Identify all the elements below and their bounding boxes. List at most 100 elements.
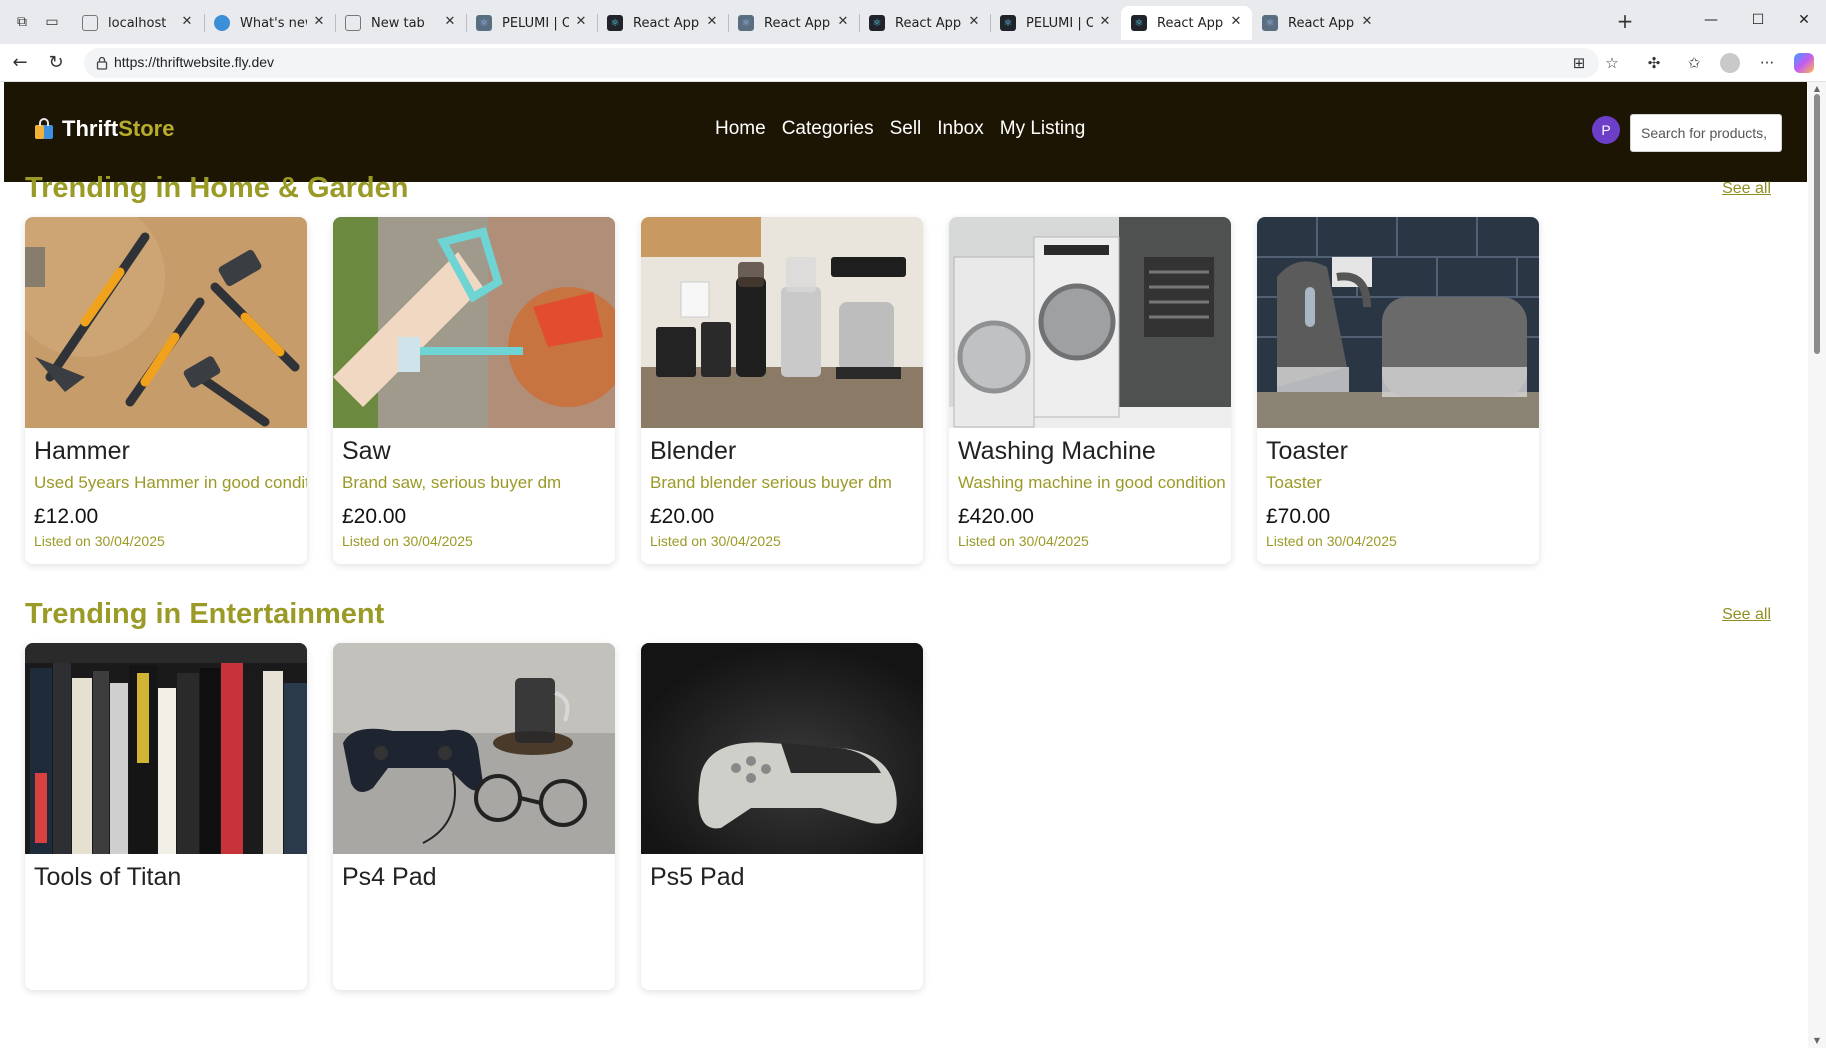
nav-categories[interactable]: Categories bbox=[782, 118, 874, 140]
close-icon[interactable]: ✕ bbox=[704, 14, 720, 30]
favorite-star-icon[interactable]: ☆ bbox=[1602, 53, 1622, 73]
product-name: Toaster bbox=[1266, 437, 1348, 465]
see-all-link[interactable]: See all bbox=[1722, 606, 1771, 624]
product-listed-date: Listed on 30/04/2025 bbox=[958, 533, 1089, 549]
favorites-icon[interactable]: ✩ bbox=[1684, 53, 1704, 73]
close-icon[interactable]: ✕ bbox=[442, 14, 458, 30]
product-price: £420.00 bbox=[958, 505, 1034, 528]
product-image-books bbox=[25, 643, 307, 854]
product-listed-date: Listed on 30/04/2025 bbox=[1266, 533, 1397, 549]
close-icon[interactable]: ✕ bbox=[1097, 14, 1113, 30]
workspaces-icon[interactable]: ⧉ bbox=[12, 12, 32, 32]
extensions-icon[interactable]: ✣ bbox=[1644, 53, 1664, 73]
lock-icon[interactable] bbox=[94, 55, 110, 71]
product-name: Hammer bbox=[34, 437, 130, 465]
browser-tab-strip: ⧉ ▭ localhost ✕ What's new in M ✕ New ta… bbox=[0, 0, 1826, 44]
page-icon bbox=[82, 15, 98, 31]
new-tab-icon bbox=[345, 15, 361, 31]
page-scrollbar[interactable]: ▲ ▼ bbox=[1808, 82, 1826, 1048]
tab-label: React App bbox=[633, 15, 700, 31]
close-icon[interactable]: ✕ bbox=[1228, 14, 1244, 30]
product-card[interactable]: Blender Brand blender serious buyer dm £… bbox=[641, 217, 923, 564]
new-tab-button[interactable]: + bbox=[1613, 10, 1637, 34]
product-price: £20.00 bbox=[650, 505, 715, 528]
react-icon: ⚛ bbox=[476, 15, 492, 31]
browser-tab-6[interactable]: ⚛ React App ✕ bbox=[728, 6, 859, 40]
product-price: £20.00 bbox=[342, 505, 407, 528]
back-icon[interactable]: ← bbox=[8, 51, 32, 75]
react-icon: ⚛ bbox=[1131, 15, 1147, 31]
scrollbar-thumb[interactable] bbox=[1814, 94, 1820, 354]
nav-sell[interactable]: Sell bbox=[890, 118, 922, 140]
more-menu-icon[interactable]: ··· bbox=[1757, 53, 1777, 73]
scroll-down-icon[interactable]: ▼ bbox=[1812, 1036, 1822, 1046]
main-nav: Home Categories Sell Inbox My Listing bbox=[715, 118, 1085, 140]
close-icon[interactable]: ✕ bbox=[573, 14, 589, 30]
browser-tab-4[interactable]: ⚛ PELUMI | OTEGB ✕ bbox=[466, 6, 597, 40]
site-header: Thrift Store Home Categories Sell Inbox M… bbox=[4, 82, 1807, 182]
product-listed-date: Listed on 30/04/2025 bbox=[34, 533, 165, 549]
brand-logo[interactable]: Thrift Store bbox=[32, 116, 174, 142]
refresh-icon[interactable]: ↻ bbox=[44, 51, 68, 75]
copilot-icon[interactable] bbox=[1794, 53, 1814, 73]
see-all-link[interactable]: See all bbox=[1722, 180, 1771, 198]
minimize-icon[interactable]: — bbox=[1697, 8, 1725, 32]
profile-icon[interactable] bbox=[1720, 53, 1740, 73]
product-card[interactable]: Ps5 Pad bbox=[641, 643, 923, 990]
browser-tab-8[interactable]: ⚛ PELUMI | OTEGB ✕ bbox=[990, 6, 1121, 40]
browser-tab-1[interactable]: localhost ✕ bbox=[72, 6, 203, 40]
scroll-up-icon[interactable]: ▲ bbox=[1812, 84, 1822, 94]
product-card[interactable]: Tools of Titan bbox=[25, 643, 307, 990]
product-image-washing-machine bbox=[949, 217, 1231, 428]
react-icon: ⚛ bbox=[1262, 15, 1278, 31]
nav-inbox[interactable]: Inbox bbox=[937, 118, 983, 140]
tab-label: React App bbox=[1288, 15, 1355, 31]
app-available-icon[interactable]: ⊞ bbox=[1569, 53, 1589, 73]
tab-actions-icon[interactable]: ▭ bbox=[42, 12, 62, 32]
close-icon[interactable]: ✕ bbox=[966, 14, 982, 30]
close-window-icon[interactable]: ✕ bbox=[1790, 8, 1818, 32]
product-name: Blender bbox=[650, 437, 737, 465]
browser-tab-3[interactable]: New tab ✕ bbox=[335, 6, 466, 40]
close-icon[interactable]: ✕ bbox=[311, 14, 327, 30]
product-description: Washing machine in good condition bbox=[958, 473, 1226, 492]
product-image-ps5-pad bbox=[641, 643, 923, 854]
search-input[interactable] bbox=[1630, 114, 1782, 152]
product-image-hammer bbox=[25, 217, 307, 428]
shopping-bag-icon bbox=[35, 118, 53, 139]
url-text[interactable]: https://thriftwebsite.fly.dev bbox=[114, 54, 274, 70]
page-viewport: Thrift Store Home Categories Sell Inbox M… bbox=[4, 82, 1807, 1048]
react-icon: ⚛ bbox=[607, 15, 623, 31]
close-icon[interactable]: ✕ bbox=[835, 14, 851, 30]
product-card[interactable]: Hammer Used 5years Hammer in good condit… bbox=[25, 217, 307, 564]
avatar[interactable]: P bbox=[1592, 116, 1620, 144]
browser-tab-5[interactable]: ⚛ React App ✕ bbox=[597, 6, 728, 40]
nav-home[interactable]: Home bbox=[715, 118, 766, 140]
close-icon[interactable]: ✕ bbox=[1359, 14, 1375, 30]
tab-label: What's new in M bbox=[240, 15, 307, 31]
browser-tab-active[interactable]: ⚛ React App ✕ bbox=[1121, 6, 1252, 40]
product-card[interactable]: Washing Machine Washing machine in good … bbox=[949, 217, 1231, 564]
tab-label: localhost bbox=[108, 15, 167, 31]
product-name: Saw bbox=[342, 437, 391, 465]
section-title-entertainment: Trending in Entertainment bbox=[25, 598, 385, 630]
product-price: £70.00 bbox=[1266, 505, 1331, 528]
product-card[interactable]: Toaster Toaster £70.00 Listed on 30/04/2… bbox=[1257, 217, 1539, 564]
brand-name-store: Store bbox=[118, 116, 175, 141]
tab-label: React App bbox=[1157, 15, 1224, 31]
maximize-icon[interactable]: ☐ bbox=[1744, 8, 1772, 32]
tab-label: React App bbox=[895, 15, 962, 31]
close-icon[interactable]: ✕ bbox=[179, 14, 195, 30]
product-image-toaster bbox=[1257, 217, 1539, 428]
browser-tab-7[interactable]: ⚛ React App ✕ bbox=[859, 6, 990, 40]
product-description: Used 5years Hammer in good condition bbox=[34, 473, 307, 492]
browser-tab-10[interactable]: ⚛ React App ✕ bbox=[1252, 6, 1383, 40]
product-card[interactable]: Ps4 Pad bbox=[333, 643, 615, 990]
product-name: Tools of Titan bbox=[34, 863, 182, 891]
url-field[interactable]: https://thriftwebsite.fly.dev bbox=[84, 48, 1599, 78]
product-card[interactable]: Saw Brand saw, serious buyer dm £20.00 L… bbox=[333, 217, 615, 564]
nav-my-listing[interactable]: My Listing bbox=[1000, 118, 1086, 140]
react-icon: ⚛ bbox=[1000, 15, 1016, 31]
edge-icon bbox=[214, 15, 230, 31]
browser-tab-2[interactable]: What's new in M ✕ bbox=[204, 6, 335, 40]
